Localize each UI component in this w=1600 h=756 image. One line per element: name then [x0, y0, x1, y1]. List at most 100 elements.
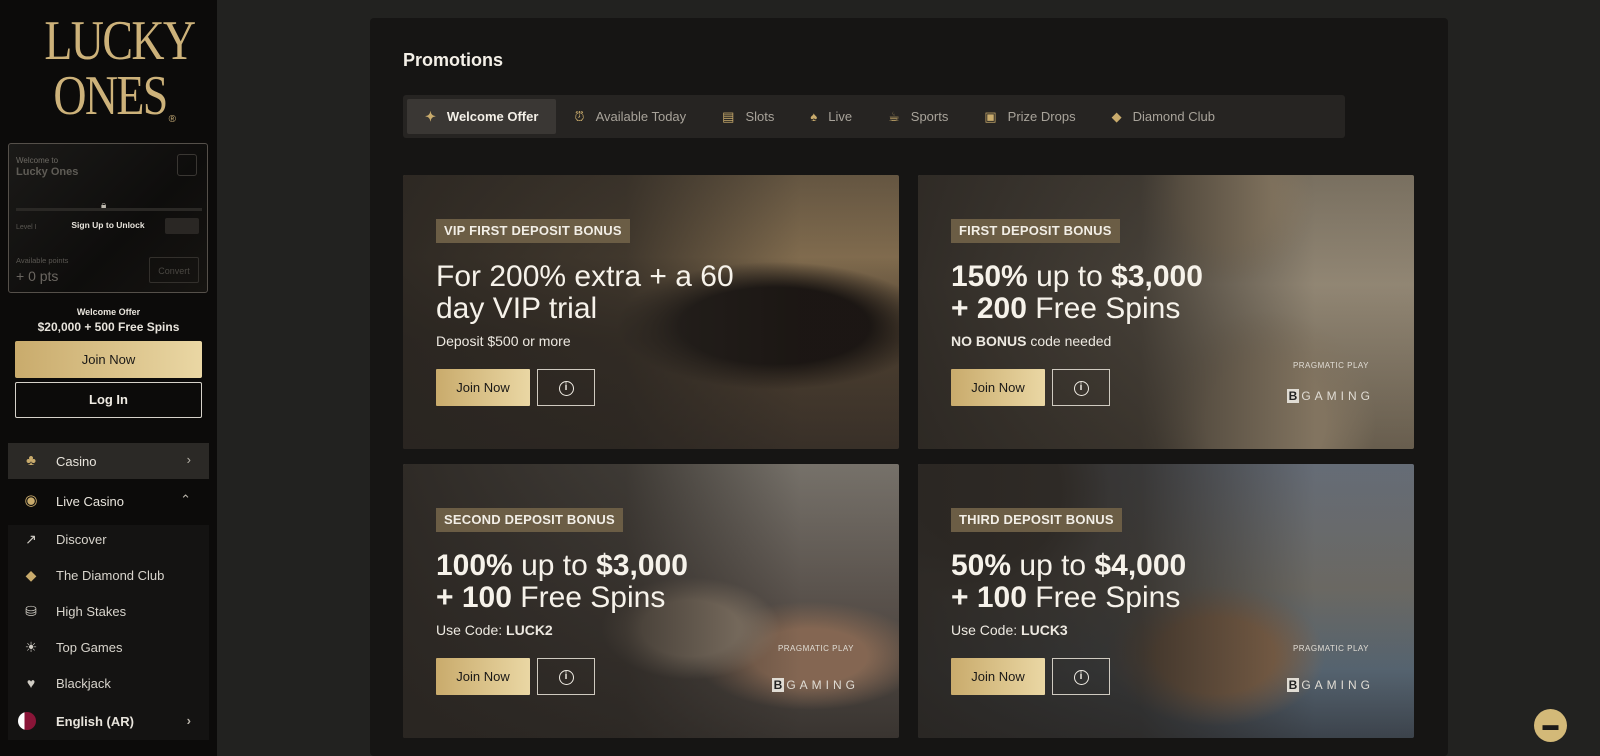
- pragmatic-play-logo: PRAGMATIC PLAY: [1292, 361, 1369, 370]
- loyalty-card[interactable]: Welcome to Lucky Ones 🔒︎ Sign Up to Unlo…: [8, 143, 208, 293]
- promo-headline: 50% up to $4,000 + 100 Free Spins: [951, 550, 1271, 614]
- pragmatic-play-logo: PRAGMATIC PLAY: [777, 644, 854, 653]
- tab-label: Live: [828, 109, 853, 124]
- promo-headline: 150% up to $3,000 + 200 Free Spins: [951, 261, 1271, 325]
- headline-bold: $3,000: [596, 549, 688, 582]
- slots-icon: ▤: [722, 108, 735, 124]
- alarm-icon: ⏰︎: [574, 108, 585, 124]
- tab-label: Available Today: [595, 109, 687, 124]
- promo-subtext: Use Code: LUCK2: [436, 622, 553, 638]
- promo-subtext: Use Code: LUCK3: [951, 622, 1068, 638]
- sidebar-item-label: Casino: [56, 453, 97, 469]
- headline-bold: $4,000: [1094, 549, 1187, 582]
- sidebar-item-discover[interactable]: ↗ Discover: [22, 527, 107, 551]
- live-cards-icon: ♠: [810, 109, 818, 124]
- loyalty-level: Level I: [16, 224, 37, 231]
- tab-label: Slots: [745, 109, 775, 124]
- promo-subtext: NO BONUS code needed: [951, 333, 1111, 349]
- tab-welcome-offer[interactable]: ✦ Welcome Offer: [407, 99, 557, 134]
- tab-live[interactable]: ♠ Live: [792, 99, 870, 134]
- promo-tag: SECOND DEPOSIT BONUS: [436, 508, 623, 532]
- join-now-button[interactable]: Join Now: [436, 658, 530, 695]
- brand-logo[interactable]: LUCKY ONES ®: [30, 13, 196, 129]
- headline-line-2: day VIP trial: [436, 292, 598, 325]
- rocket-icon: ↗: [25, 531, 37, 547]
- loyalty-level-button: [165, 218, 199, 234]
- trophy-icon: ☕︎: [888, 108, 900, 124]
- tab-label: Sports: [910, 109, 949, 124]
- info-button[interactable]: i: [1052, 658, 1110, 695]
- sidebar-item-top-games[interactable]: ☀ Top Games: [22, 635, 123, 659]
- tab-diamond-club[interactable]: ◆ Diamond Club: [1094, 99, 1233, 134]
- welcome-offer-value: $20,000 + 500 Free Spins: [37, 320, 180, 334]
- info-button[interactable]: i: [537, 658, 595, 695]
- subtext-rest: code needed: [1026, 333, 1112, 349]
- info-icon: i: [1073, 380, 1089, 396]
- tab-sports[interactable]: ☕︎ Sports: [870, 99, 966, 134]
- cherries-icon: ♣: [26, 452, 36, 469]
- sun-icon: ☀: [24, 639, 38, 655]
- convert-button: Convert: [149, 257, 199, 283]
- chevron-up-icon: ⌃: [180, 492, 191, 507]
- gift-icon: ▣: [984, 108, 997, 124]
- loyalty-pre-title: Welcome to: [16, 156, 59, 165]
- headline-line-2: + 200 Free Spins: [951, 293, 1271, 325]
- sidebar-item-high-stakes[interactable]: ⛁ High Stakes: [22, 599, 126, 623]
- promo-card-second-deposit: SECOND DEPOSIT BONUS 100% up to $3,000 +…: [403, 464, 899, 738]
- promo-card-vip: VIP FIRST DEPOSIT BONUS For 200% extra +…: [403, 175, 899, 449]
- bgaming-mark: B: [771, 678, 785, 692]
- registered-mark: ®: [168, 114, 176, 125]
- promo-code: LUCK2: [506, 622, 553, 638]
- headline-text: up to: [1011, 549, 1095, 582]
- headline-line-1: 50% up to $4,000: [951, 550, 1271, 582]
- sidebar-item-label: High Stakes: [56, 603, 127, 619]
- join-now-button[interactable]: Join Now: [951, 658, 1045, 695]
- headline-line-1: 150% up to $3,000: [951, 261, 1271, 293]
- info-button[interactable]: i: [1052, 369, 1110, 406]
- bgaming-mark: B: [1286, 389, 1300, 403]
- join-now-button[interactable]: Join Now: [951, 369, 1045, 406]
- promo-headline: 100% up to $3,000 + 100 Free Spins: [436, 550, 756, 614]
- tab-slots[interactable]: ▤ Slots: [704, 99, 792, 134]
- info-button[interactable]: i: [537, 369, 595, 406]
- tab-label: Prize Drops: [1007, 109, 1076, 124]
- lock-icon: 🔒︎: [101, 200, 107, 211]
- bgaming-mark: B: [1286, 678, 1300, 692]
- card-icon: ♥: [26, 675, 36, 691]
- qatar-flag-icon: [18, 712, 36, 730]
- sidebar-item-blackjack[interactable]: ♥ Blackjack: [22, 671, 111, 695]
- sidebar-login-button[interactable]: Log In: [15, 382, 202, 418]
- headline-bold: 150%: [951, 260, 1028, 293]
- language-selector[interactable]: English (AR) ›: [8, 708, 209, 734]
- info-icon: i: [1073, 669, 1089, 685]
- welcome-offer-label: Welcome Offer: [76, 307, 141, 317]
- headline-bold: + 100: [436, 581, 512, 614]
- coins-icon: ⛁: [25, 603, 37, 619]
- promo-headline: For 200% extra + a 60 day VIP trial: [436, 261, 756, 325]
- pragmatic-play-logo: PRAGMATIC PLAY: [1292, 644, 1369, 653]
- headline-text: Free Spins: [1026, 292, 1181, 325]
- join-now-button[interactable]: Join Now: [436, 369, 530, 406]
- headline-text: Free Spins: [1026, 581, 1181, 614]
- sidebar-item-label: Discover: [56, 531, 107, 547]
- bgaming-logo: B GAMING: [1286, 389, 1374, 403]
- chevron-right-icon: ›: [186, 452, 191, 467]
- tab-available-today[interactable]: ⏰︎ Available Today: [556, 99, 704, 134]
- promo-tag: VIP FIRST DEPOSIT BONUS: [436, 219, 630, 243]
- info-icon: i: [558, 669, 574, 685]
- promo-tag: FIRST DEPOSIT BONUS: [951, 219, 1120, 243]
- tab-prize-drops[interactable]: ▣ Prize Drops: [966, 99, 1093, 134]
- sidebar-item-label: Top Games: [56, 639, 123, 655]
- points-value: + 0 pts: [16, 268, 59, 284]
- subtext-rest: Use Code:: [951, 622, 1022, 638]
- chat-support-button[interactable]: ▬: [1534, 709, 1567, 742]
- bgaming-text: GAMING: [786, 678, 859, 692]
- headline-bold: 50%: [951, 549, 1012, 582]
- promotions-panel: Promotions ✦ Welcome Offer ⏰︎ Available …: [370, 18, 1448, 756]
- headline-bold: + 100: [951, 581, 1027, 614]
- sidebar-item-casino[interactable]: ♣ Casino ›: [8, 443, 209, 479]
- sidebar-join-button[interactable]: Join Now: [15, 341, 202, 378]
- sidebar-item-live-casino[interactable]: ◉ Live Casino ⌃: [8, 483, 209, 519]
- loyalty-badge-icon: [177, 154, 197, 176]
- sidebar-item-diamond-club[interactable]: ◆ The Diamond Club: [22, 563, 165, 587]
